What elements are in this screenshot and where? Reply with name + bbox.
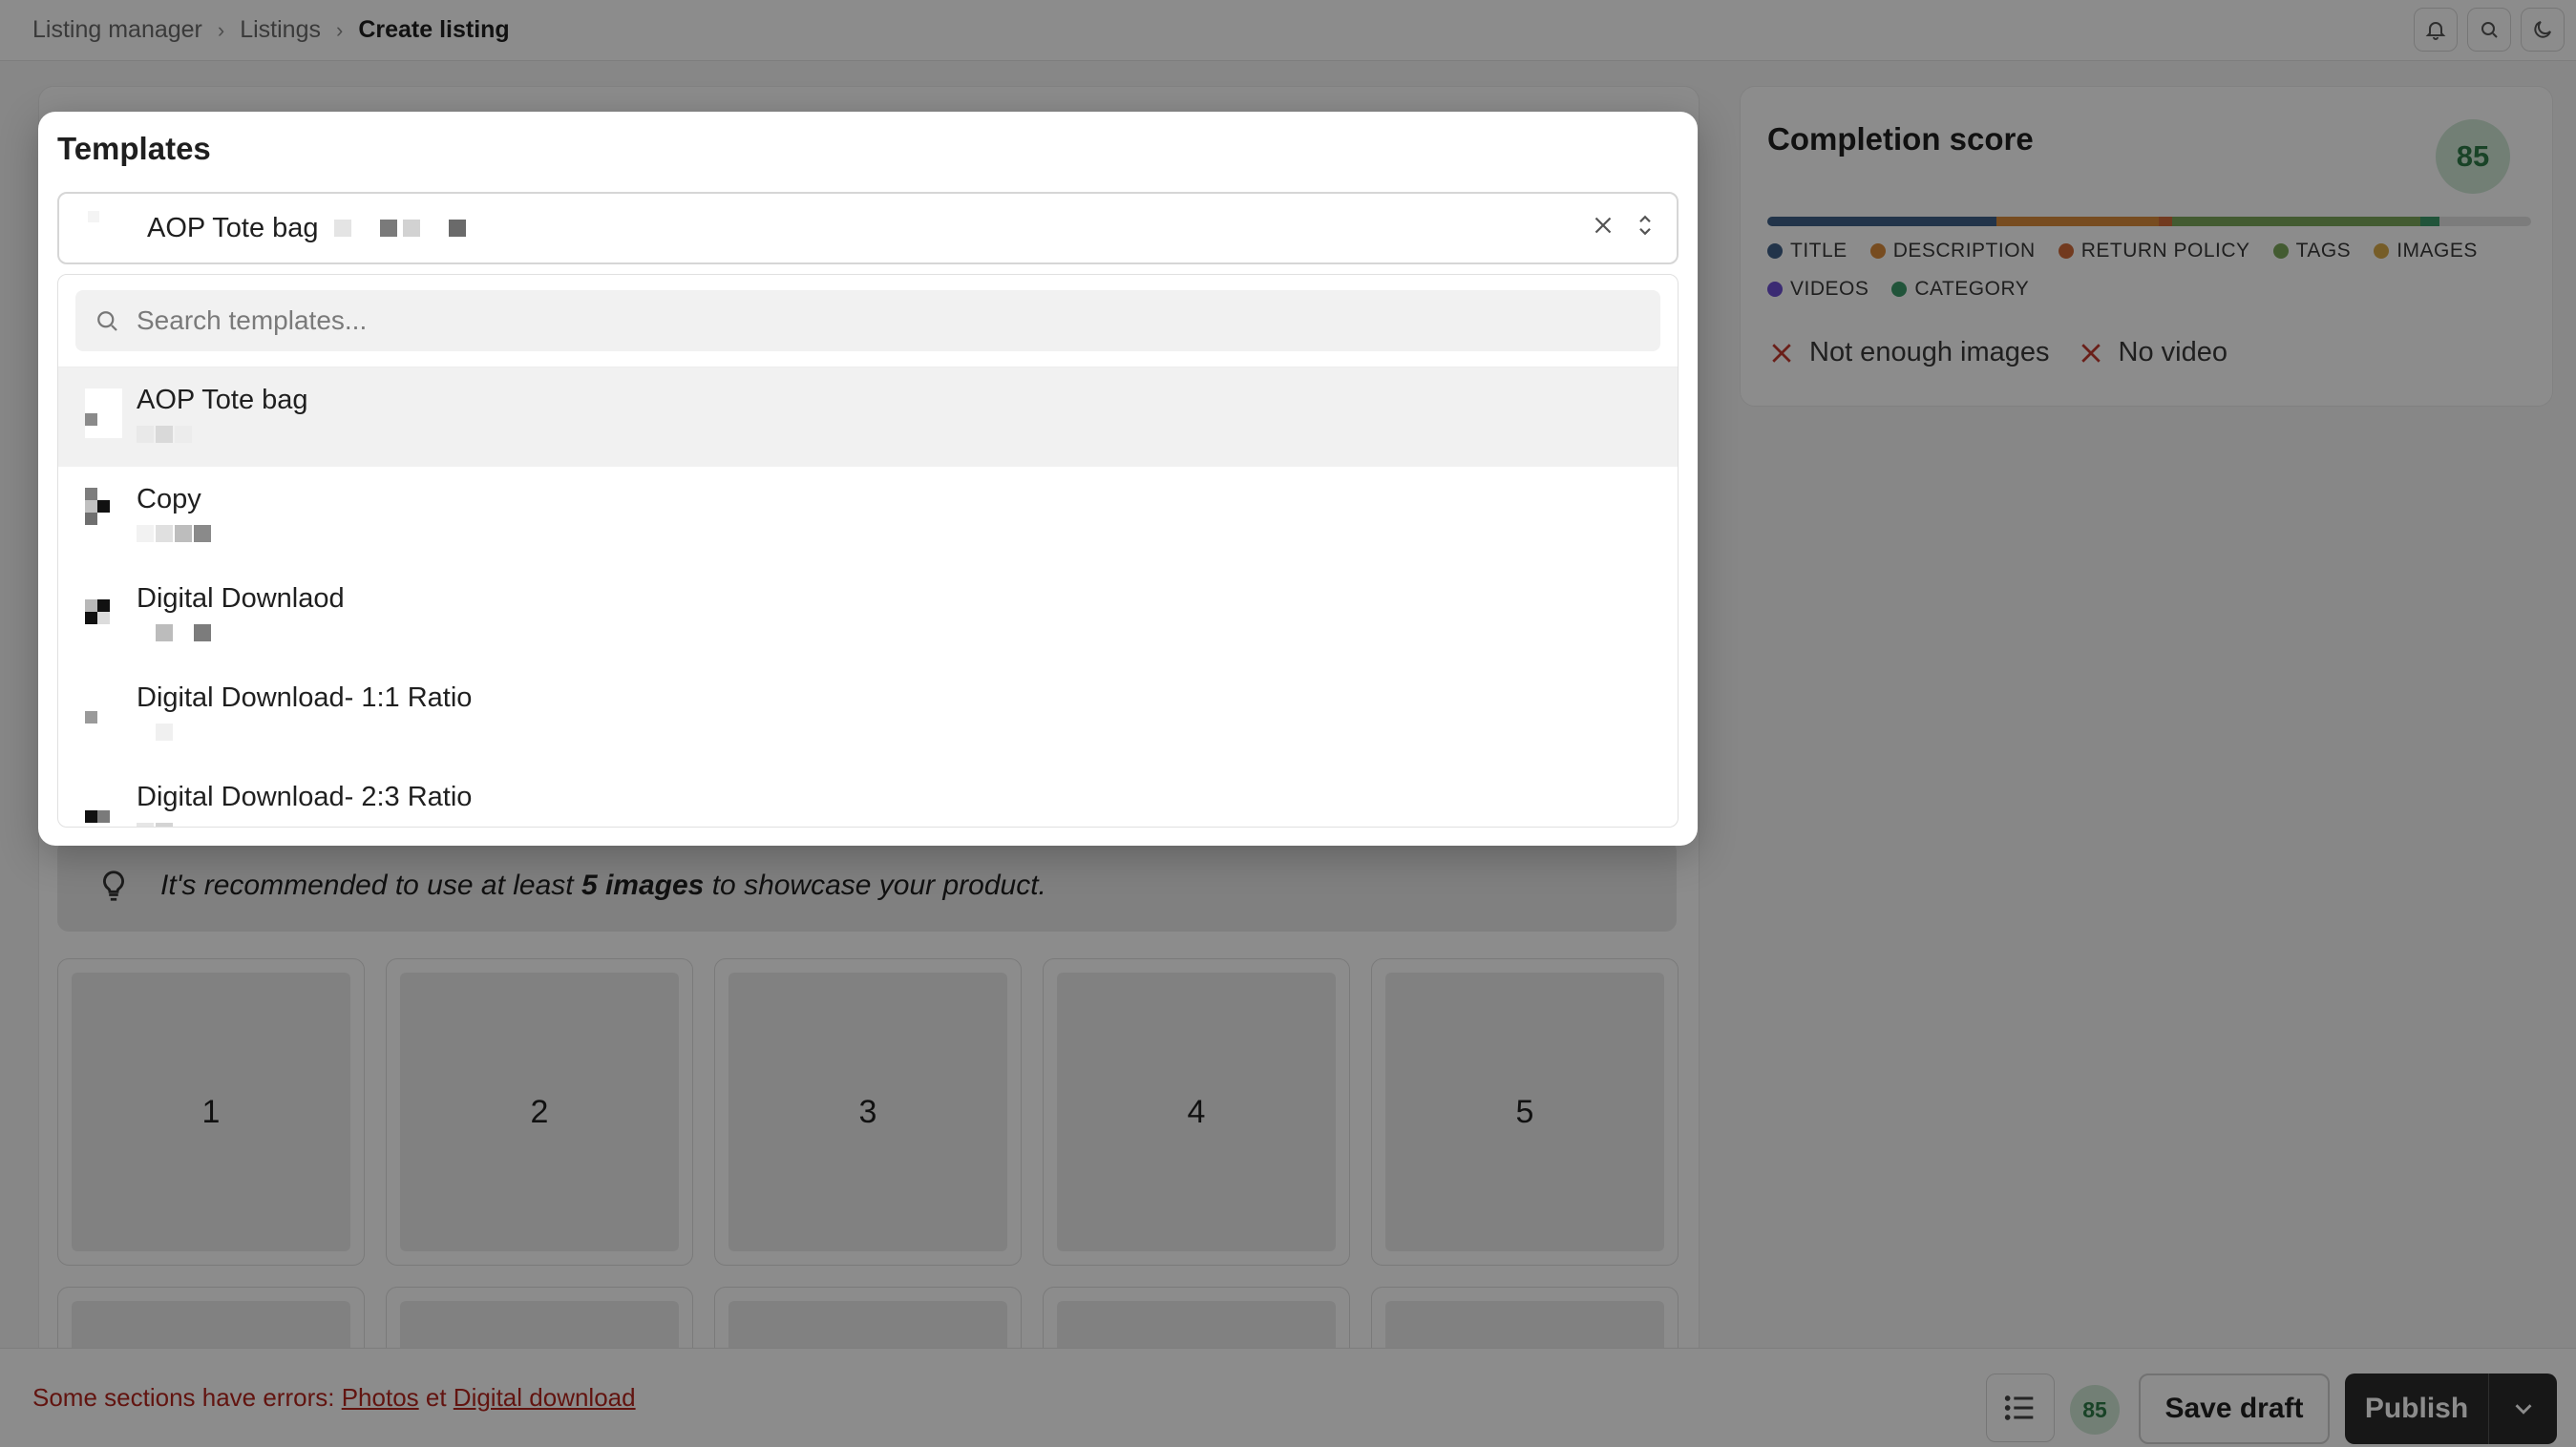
templates-modal-title: Templates [57, 131, 211, 166]
template-option[interactable]: Digital Download- 1:1 Ratio [58, 665, 1678, 765]
template-select[interactable]: AOP Tote bag [57, 192, 1679, 264]
template-option[interactable]: Copy [58, 467, 1678, 566]
template-options-list: AOP Tote bag Copy Digital Downlaod Digit… [58, 367, 1678, 827]
template-option[interactable]: Digital Downlaod [58, 566, 1678, 665]
template-search [75, 290, 1660, 351]
template-option-text: Copy [137, 484, 211, 542]
templates-modal: Templates AOP Tote bag Search templates.… [38, 112, 1698, 846]
template-option-label: AOP Tote bag [137, 385, 308, 415]
template-option-text: Digital Downlaod [137, 583, 345, 641]
template-thumbnail [85, 587, 123, 644]
template-option-text: Digital Download- 2:3 Ratio [137, 782, 473, 827]
template-option-label: Digital Download- 1:1 Ratio [137, 682, 473, 713]
template-thumbnail [85, 488, 123, 545]
template-thumbnail [85, 686, 123, 744]
template-option[interactable]: AOP Tote bag [58, 367, 1678, 467]
template-option[interactable]: Digital Download- 2:3 Ratio [58, 765, 1678, 827]
template-option-text: Digital Download- 1:1 Ratio [137, 682, 472, 741]
search-icon [97, 311, 117, 331]
chevron-up-down-icon[interactable] [1631, 211, 1659, 240]
template-select-controls [1589, 211, 1659, 240]
template-option-preview [137, 823, 472, 827]
template-option-preview [137, 525, 211, 542]
template-option-text: AOP Tote bag [137, 385, 308, 443]
template-dropdown: AOP Tote bag Copy [57, 274, 1679, 828]
template-option-label: Digital Download- 2:3 Ratio [137, 782, 473, 812]
template-select-value: AOP Tote bag [147, 212, 319, 243]
clear-icon[interactable] [1589, 211, 1617, 240]
template-option-preview [137, 426, 308, 443]
template-thumbnail [85, 388, 123, 446]
template-search-input[interactable] [137, 305, 1626, 336]
template-thumbnail [88, 211, 122, 245]
template-option-label: Copy [137, 484, 201, 514]
template-option-label: Digital Downlaod [137, 583, 345, 614]
template-preview-pixels [333, 220, 466, 237]
template-option-preview [137, 624, 345, 641]
template-thumbnail [85, 786, 123, 827]
template-option-preview [137, 724, 472, 741]
